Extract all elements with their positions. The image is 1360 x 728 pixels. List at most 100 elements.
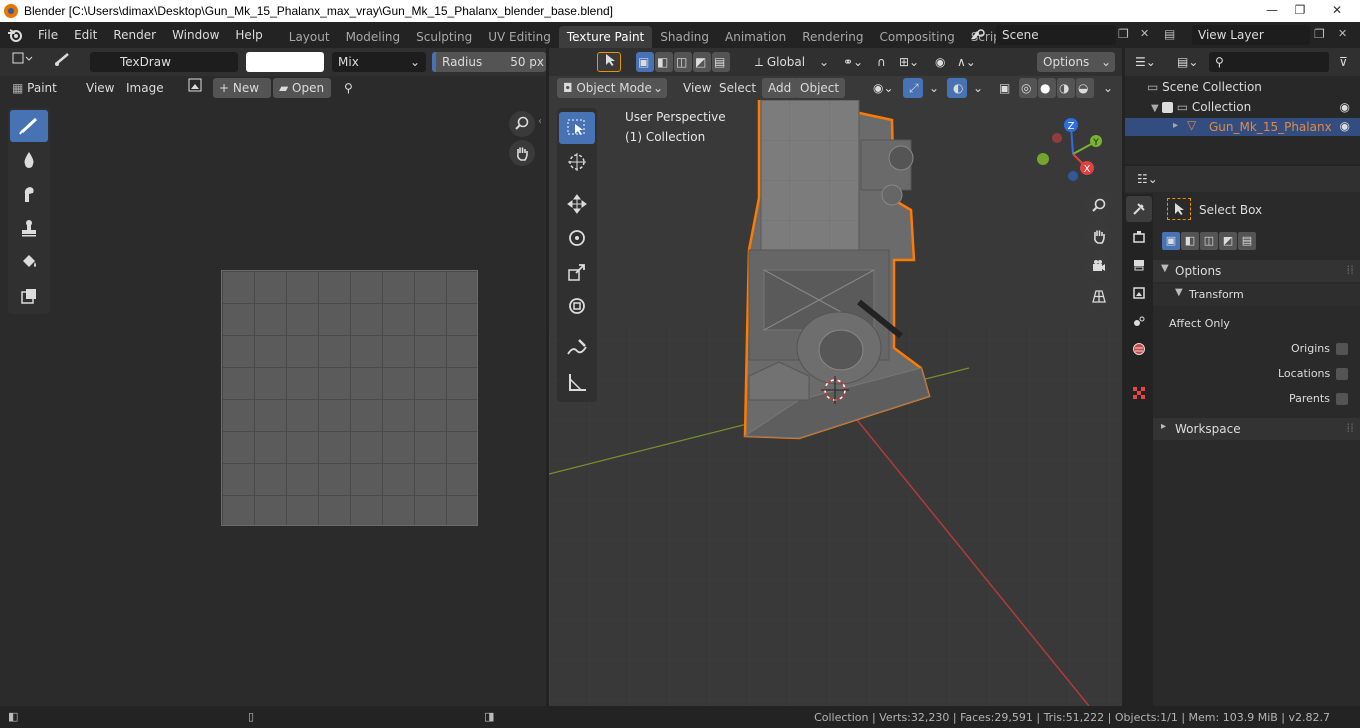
gun-model[interactable] <box>743 100 931 440</box>
image-browse-icon[interactable] <box>182 78 212 98</box>
transform-subpanel-header[interactable]: ▼ Transform <box>1153 284 1360 306</box>
shading-dropdown-chevron-icon[interactable]: ⌄ <box>1097 78 1113 98</box>
editor-type-selector[interactable] <box>6 52 40 72</box>
pivot-point-icon[interactable]: ⚭⌄ <box>837 52 865 72</box>
3d-viewport[interactable]: User Perspective (1) Collection Z Y X <box>549 100 1122 706</box>
scale-tool-icon[interactable] <box>559 256 595 288</box>
snap-magnet-icon[interactable]: ∩ <box>871 52 891 72</box>
workspace-drag-handle-icon[interactable]: ⁞⁞ <box>1346 421 1354 435</box>
brush-color-swatch[interactable] <box>246 52 324 72</box>
tab-rendering[interactable]: Rendering <box>794 26 871 48</box>
viewport-select-menu[interactable]: Select <box>713 78 762 98</box>
measure-tool-icon[interactable] <box>559 366 595 398</box>
texture-tab-icon[interactable] <box>1126 380 1152 406</box>
tab-layout[interactable]: Layout <box>281 26 338 48</box>
smear-tool-icon[interactable] <box>10 178 48 210</box>
tab-animation[interactable]: Animation <box>717 26 794 48</box>
pin-icon[interactable]: ⚲ <box>338 78 359 98</box>
fill-bucket-tool-icon[interactable] <box>10 246 48 278</box>
object-row[interactable]: ▸ ▽ Gun_Mk_15_Phalanx_obj ◉ <box>1125 118 1360 136</box>
close-button[interactable]: ✕ <box>1314 0 1360 20</box>
prop-mode-subtract-icon[interactable]: ◫ <box>1200 232 1218 250</box>
tab-texture-paint[interactable]: Texture Paint <box>558 26 653 48</box>
view-layer-field[interactable]: View Layer <box>1192 25 1310 45</box>
annotate-tool-icon[interactable] <box>559 332 595 364</box>
move-tool-icon[interactable] <box>559 188 595 220</box>
cursor-tool-icon[interactable] <box>559 146 595 178</box>
object-visibility-eye-icon[interactable]: ◉ <box>1340 119 1350 133</box>
select-box-tool[interactable] <box>559 112 595 144</box>
proportional-edit-icon[interactable]: ◉ <box>929 52 949 72</box>
sidebar-toggle-arrow-icon[interactable]: ‹ <box>538 116 542 127</box>
minimize-button[interactable]: — <box>1258 0 1286 20</box>
menu-file[interactable]: File <box>30 22 66 48</box>
view-layer-icon[interactable]: ▤ <box>1164 27 1175 41</box>
brush-icon[interactable] <box>48 52 76 72</box>
shading-wireframe-icon[interactable]: ◎ <box>1019 78 1037 98</box>
brush-name-field[interactable]: TexDraw <box>90 52 238 72</box>
outliner-search-field[interactable]: ⚲ <box>1209 52 1329 72</box>
prop-mode-invert-icon[interactable]: ◩ <box>1219 232 1237 250</box>
tab-compositing[interactable]: Compositing <box>871 26 962 48</box>
menu-window[interactable]: Window <box>164 22 227 48</box>
outliner-display-mode-icon[interactable]: ▤⌄ <box>1171 52 1201 72</box>
ortho-grid-icon[interactable] <box>1086 283 1112 309</box>
render-tab-icon[interactable] <box>1126 224 1152 250</box>
output-tab-icon[interactable] <box>1126 252 1152 278</box>
overlays-dropdown-chevron-icon[interactable]: ⌄ <box>967 78 983 98</box>
object-expand-arrow-icon[interactable]: ▸ <box>1173 120 1178 131</box>
navigation-gizmo[interactable]: Z Y X <box>1033 114 1113 194</box>
soften-tool-icon[interactable] <box>10 144 48 176</box>
gizmo-neg-x-axis[interactable] <box>1052 133 1062 143</box>
rotate-tool-icon[interactable] <box>559 222 595 254</box>
scene-tab-icon[interactable] <box>1126 308 1152 334</box>
delete-scene-icon[interactable]: ✕ <box>1140 27 1149 40</box>
shading-rendered-icon[interactable]: ◒ <box>1076 78 1094 98</box>
pan-hand-icon[interactable] <box>509 140 535 166</box>
outliner-filter-icon[interactable]: ⊽ <box>1333 52 1355 72</box>
locations-checkbox[interactable] <box>1336 368 1348 380</box>
visibility-eye-icon[interactable]: ◉⌄ <box>867 78 897 98</box>
origins-checkbox[interactable] <box>1336 343 1348 355</box>
viewport-object-menu[interactable]: Object <box>794 78 846 98</box>
viewport-options-dropdown[interactable]: Options ⌄ <box>1037 52 1115 72</box>
camera-view-icon[interactable] <box>1086 253 1112 279</box>
menu-render[interactable]: Render <box>105 22 164 48</box>
prop-mode-new-icon[interactable]: ▣ <box>1162 232 1180 250</box>
menu-help[interactable]: Help <box>227 22 270 48</box>
transform-orientation-dropdown[interactable]: ⟂ Global ⌄ <box>749 52 833 72</box>
gizmo-toggle-icon[interactable]: ⤢ <box>903 78 923 98</box>
new-scene-icon[interactable]: ❐ <box>1118 27 1129 41</box>
properties-editor-type-icon[interactable]: ☷⌄ <box>1131 169 1161 189</box>
viewport-pan-hand-icon[interactable] <box>1086 223 1112 249</box>
viewport-add-menu[interactable]: Add <box>762 78 798 98</box>
open-image-button[interactable]: ▰ Open <box>273 78 331 98</box>
collection-visibility-eye-icon[interactable]: ◉ <box>1340 100 1350 114</box>
outliner-editor-type-icon[interactable]: ☰⌄ <box>1129 52 1159 72</box>
overlays-toggle-icon[interactable]: ◐ <box>947 78 967 98</box>
clone-stamp-tool-icon[interactable] <box>10 212 48 244</box>
new-image-button[interactable]: + New <box>213 78 271 98</box>
shading-solid-icon[interactable]: ● <box>1038 78 1056 98</box>
zoom-magnifier-icon[interactable] <box>509 111 535 137</box>
image-editor-area[interactable]: ‹ <box>0 100 546 706</box>
scene-collection-row[interactable]: ▭ Scene Collection <box>1147 80 1262 94</box>
tab-shading[interactable]: Shading <box>652 26 717 48</box>
xray-toggle-icon[interactable]: ▣ <box>993 78 1013 98</box>
tab-modeling[interactable]: Modeling <box>338 26 409 48</box>
drag-handle-icon[interactable]: ⁞⁞ <box>1346 263 1354 277</box>
paint-mode-dropdown[interactable]: ▦ Paint ⌄ <box>6 78 74 115</box>
scene-selector-icon[interactable] <box>968 25 990 45</box>
collection-checkbox[interactable] <box>1161 102 1173 113</box>
blend-mode-dropdown[interactable]: Mix ⌄ <box>332 52 426 72</box>
collection-row[interactable]: ▼ ▭ Collection ◉ <box>1151 100 1360 114</box>
image-image-menu[interactable]: Image <box>120 78 170 98</box>
viewport-view-menu[interactable]: View <box>677 78 717 98</box>
select-mode-extend-icon[interactable]: ◧ <box>655 52 673 72</box>
tool-settings-tab-icon[interactable] <box>1126 196 1152 222</box>
snap-target-icon[interactable]: ⊞⌄ <box>893 52 921 72</box>
menu-edit[interactable]: Edit <box>66 22 105 48</box>
new-view-layer-icon[interactable]: ❐ <box>1314 27 1325 41</box>
transform-tool-icon[interactable] <box>559 290 595 322</box>
blender-logo-icon[interactable] <box>0 22 30 48</box>
